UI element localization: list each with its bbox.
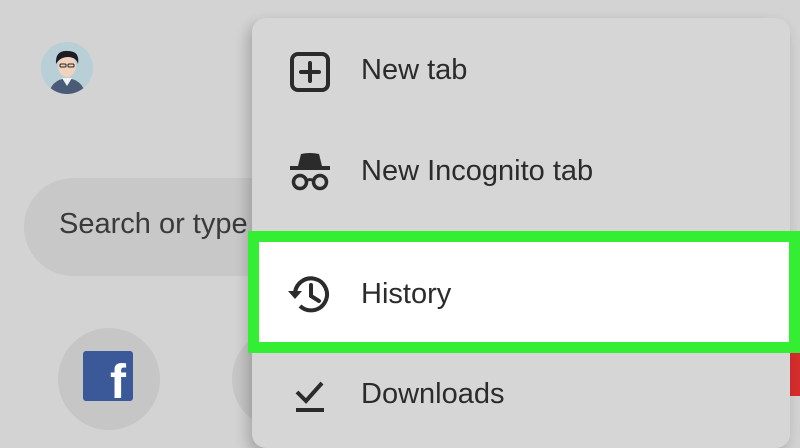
- new-tab-icon: [284, 46, 336, 98]
- downloads-icon: [284, 370, 336, 422]
- menu-label-downloads: Downloads: [361, 378, 505, 410]
- facebook-icon: f: [83, 351, 133, 401]
- profile-avatar[interactable]: [41, 42, 93, 94]
- menu-label-new-incognito-tab: New Incognito tab: [361, 155, 594, 187]
- menu-label-history: History: [361, 278, 452, 310]
- menu-label-new-tab: New tab: [361, 54, 468, 86]
- incognito-icon: [284, 146, 336, 198]
- history-icon: [284, 268, 336, 320]
- avatar-illustration: [41, 42, 93, 94]
- search-placeholder: Search or type: [59, 208, 248, 240]
- facebook-glyph: f: [110, 356, 126, 402]
